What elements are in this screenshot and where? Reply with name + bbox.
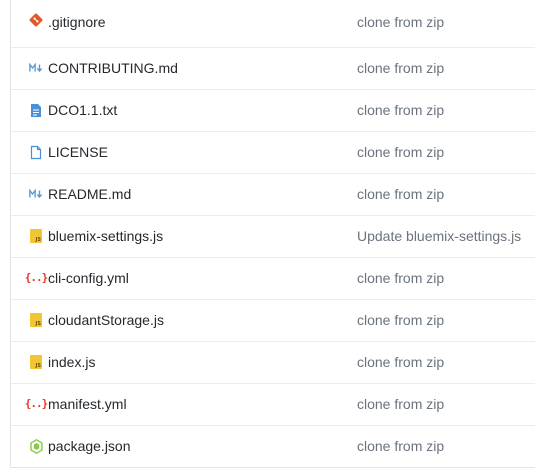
- file-row[interactable]: README.md clone from zip: [11, 173, 535, 215]
- javascript-icon: [29, 354, 43, 370]
- file-row[interactable]: bluemix-settings.js Update bluemix-setti…: [11, 215, 535, 257]
- file-name-link[interactable]: cloudantStorage.js: [48, 310, 164, 330]
- file-name-link[interactable]: DCO1.1.txt: [48, 100, 117, 120]
- markdown-icon: [29, 186, 43, 202]
- commit-message-link[interactable]: clone from zip: [357, 268, 444, 288]
- commit-message-link[interactable]: Update bluemix-settings.js: [357, 226, 521, 246]
- file-name-link[interactable]: manifest.yml: [48, 394, 127, 414]
- file-name-link[interactable]: CONTRIBUTING.md: [48, 58, 178, 78]
- javascript-icon: [29, 228, 43, 244]
- commit-message-link[interactable]: clone from zip: [357, 12, 444, 32]
- commit-message-link[interactable]: clone from zip: [357, 100, 444, 120]
- file-row[interactable]: CONTRIBUTING.md clone from zip: [11, 47, 535, 89]
- commit-message-link[interactable]: clone from zip: [357, 184, 444, 204]
- file-row[interactable]: cloudantStorage.js clone from zip: [11, 299, 535, 341]
- file-row[interactable]: LICENSE clone from zip: [11, 131, 535, 173]
- nodejs-icon: [29, 438, 43, 454]
- commit-message-link[interactable]: clone from zip: [357, 310, 444, 330]
- javascript-icon: [29, 312, 43, 328]
- file-row[interactable]: .gitignore clone from zip: [11, 0, 535, 47]
- file-row[interactable]: index.js clone from zip: [11, 341, 535, 383]
- file-name-link[interactable]: LICENSE: [48, 142, 108, 162]
- commit-message-link[interactable]: clone from zip: [357, 436, 444, 456]
- file-row[interactable]: {..} manifest.yml clone from zip: [11, 383, 535, 425]
- file-row[interactable]: package.json clone from zip: [11, 425, 535, 467]
- commit-message-link[interactable]: clone from zip: [357, 394, 444, 414]
- file-name-link[interactable]: cli-config.yml: [48, 268, 129, 288]
- commit-message-link[interactable]: clone from zip: [357, 142, 444, 162]
- file-row[interactable]: DCO1.1.txt clone from zip: [11, 89, 535, 131]
- file-icon: [29, 144, 43, 160]
- yaml-icon: {..}: [24, 271, 48, 284]
- commit-message-link[interactable]: clone from zip: [357, 352, 444, 372]
- file-name-link[interactable]: index.js: [48, 352, 95, 372]
- file-list: .gitignore clone from zip CONTRIBUTING.m…: [10, 0, 535, 468]
- git-icon: [29, 12, 43, 28]
- text-file-icon: [29, 102, 43, 118]
- markdown-icon: [29, 60, 43, 76]
- file-name-link[interactable]: .gitignore: [48, 12, 106, 32]
- file-name-link[interactable]: bluemix-settings.js: [48, 226, 163, 246]
- file-name-link[interactable]: README.md: [48, 184, 131, 204]
- file-name-link[interactable]: package.json: [48, 436, 131, 456]
- yaml-icon: {..}: [24, 397, 48, 410]
- commit-message-link[interactable]: clone from zip: [357, 58, 444, 78]
- file-row[interactable]: {..} cli-config.yml clone from zip: [11, 257, 535, 299]
